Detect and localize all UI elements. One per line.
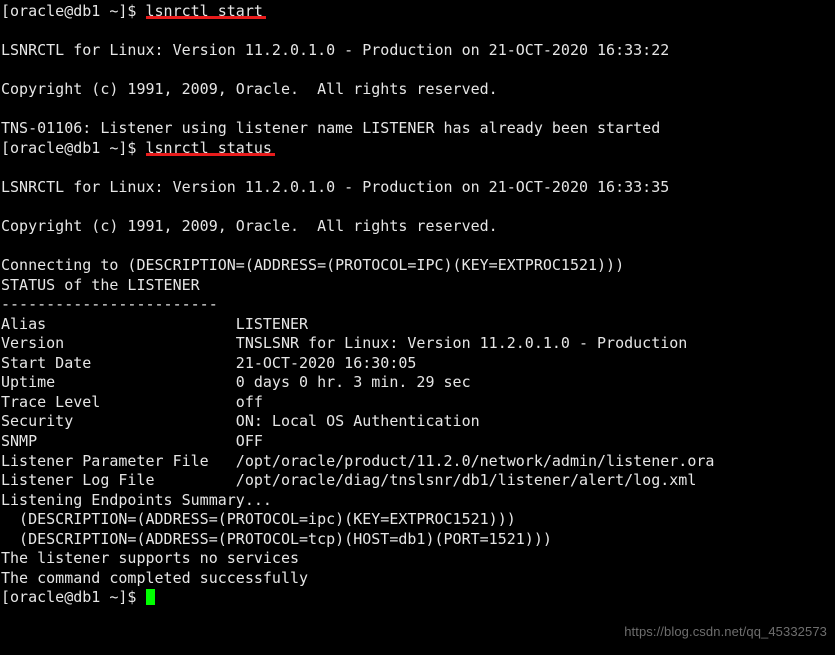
highlighted-command: lsnrctl start <box>145 2 263 20</box>
terminal-text: Alias LISTENER <box>1 314 309 333</box>
terminal-text: LSNRCTL for Linux: Version 11.2.0.1.0 - … <box>1 177 670 196</box>
terminal-line: The command completed successfully <box>1 569 714 589</box>
terminal-line: Alias LISTENER <box>1 315 714 335</box>
terminal-text: Copyright (c) 1991, 2009, Oracle. All ri… <box>1 217 498 236</box>
terminal-window[interactable]: [oracle@db1 ~]$ lsnrctl start LSNRCTL for… <box>0 0 835 655</box>
terminal-text: (DESCRIPTION=(ADDRESS=(PROTOCOL=tcp)(HOS… <box>1 529 552 548</box>
terminal-line: LSNRCTL for Linux: Version 11.2.0.1.0 - … <box>1 178 714 198</box>
terminal-line: SNMP OFF <box>1 432 714 452</box>
terminal-text: SNMP OFF <box>1 432 263 451</box>
terminal-text: Copyright (c) 1991, 2009, Oracle. All ri… <box>1 80 498 99</box>
terminal-text: (DESCRIPTION=(ADDRESS=(PROTOCOL=ipc)(KEY… <box>1 510 516 529</box>
terminal-line: Copyright (c) 1991, 2009, Oracle. All ri… <box>1 217 714 237</box>
shell-prompt: [oracle@db1 ~]$ <box>1 138 146 157</box>
highlighted-command: lsnrctl status <box>145 138 272 157</box>
terminal-line: Listener Log File /opt/oracle/diag/tnsls… <box>1 471 714 491</box>
shell-prompt: [oracle@db1 ~]$ <box>1 588 146 607</box>
terminal-text: Listener Log File /opt/oracle/diag/tnsls… <box>1 471 697 490</box>
terminal-line: Trace Level off <box>1 393 714 413</box>
terminal-line: (DESCRIPTION=(ADDRESS=(PROTOCOL=tcp)(HOS… <box>1 530 714 550</box>
terminal-text: Version TNSLSNR for Linux: Version 11.2.… <box>1 334 688 353</box>
csdn-watermark: https://blog.csdn.net/qq_45332573 <box>624 624 827 639</box>
terminal-line: [oracle@db1 ~]$ lsnrctl start <box>1 2 714 22</box>
terminal-text: TNS-01106: Listener using listener name … <box>1 119 661 138</box>
terminal-text: Uptime 0 days 0 hr. 3 min. 29 sec <box>1 373 471 392</box>
terminal-line: Listener Parameter File /opt/oracle/prod… <box>1 452 714 472</box>
terminal-line: LSNRCTL for Linux: Version 11.2.0.1.0 - … <box>1 41 714 61</box>
terminal-line: Security ON: Local OS Authentication <box>1 412 714 432</box>
terminal-text: LSNRCTL for Linux: Version 11.2.0.1.0 - … <box>1 41 670 60</box>
terminal-text: ------------------------ <box>1 295 218 314</box>
terminal-line: The listener supports no services <box>1 549 714 569</box>
terminal-line: [oracle@db1 ~]$ lsnrctl status <box>1 139 714 159</box>
terminal-text: STATUS of the LISTENER <box>1 275 200 294</box>
terminal-text: Start Date 21-OCT-2020 16:30:05 <box>1 353 417 372</box>
terminal-line: [oracle@db1 ~]$ <box>1 588 714 608</box>
terminal-line: Version TNSLSNR for Linux: Version 11.2.… <box>1 334 714 354</box>
terminal-text: The command completed successfully <box>1 568 309 587</box>
terminal-text: Security ON: Local OS Authentication <box>1 412 480 431</box>
terminal-text: Trace Level off <box>1 392 263 411</box>
terminal-line: (DESCRIPTION=(ADDRESS=(PROTOCOL=ipc)(KEY… <box>1 510 714 530</box>
terminal-line: Uptime 0 days 0 hr. 3 min. 29 sec <box>1 373 714 393</box>
terminal-text: The listener supports no services <box>1 549 300 568</box>
terminal-line: TNS-01106: Listener using listener name … <box>1 119 714 139</box>
terminal-line: ------------------------ <box>1 295 714 315</box>
shell-prompt: [oracle@db1 ~]$ <box>1 2 146 20</box>
terminal-text: Connecting to (DESCRIPTION=(ADDRESS=(PRO… <box>1 256 625 275</box>
terminal-line: Listening Endpoints Summary... <box>1 491 714 511</box>
terminal-line: STATUS of the LISTENER <box>1 276 714 296</box>
terminal-cursor <box>145 589 155 606</box>
terminal-text: Listener Parameter File /opt/oracle/prod… <box>1 451 715 470</box>
terminal-line: Start Date 21-OCT-2020 16:30:05 <box>1 354 714 374</box>
terminal-line: Copyright (c) 1991, 2009, Oracle. All ri… <box>1 80 714 100</box>
terminal-text: Listening Endpoints Summary... <box>1 490 272 509</box>
terminal-output-area[interactable]: [oracle@db1 ~]$ lsnrctl start LSNRCTL for… <box>0 0 714 608</box>
terminal-line: Connecting to (DESCRIPTION=(ADDRESS=(PRO… <box>1 256 714 276</box>
